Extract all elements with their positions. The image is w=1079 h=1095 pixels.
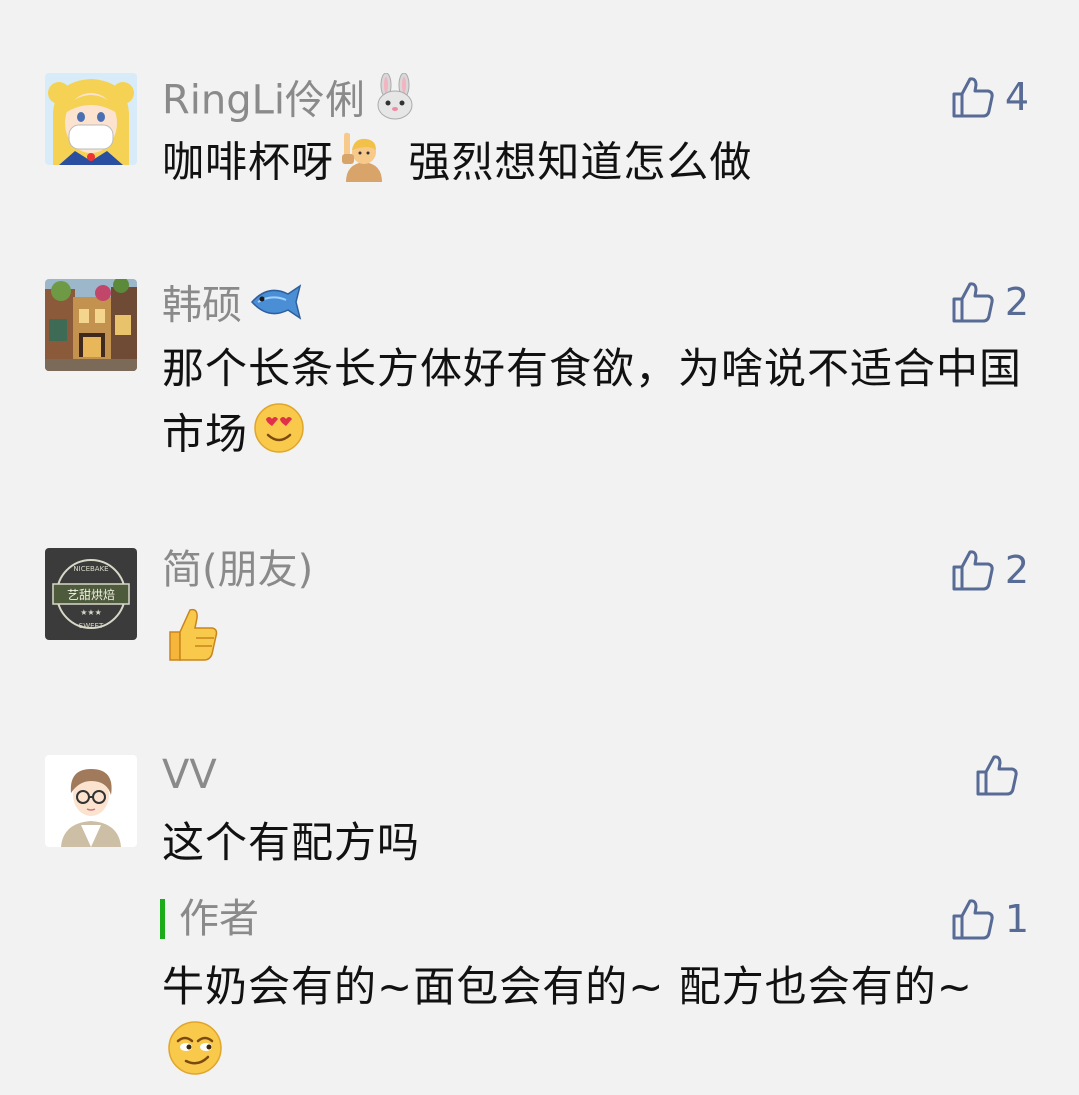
nickname[interactable]: RingLi伶俐	[162, 72, 419, 132]
like-button[interactable]: 2	[951, 278, 1029, 326]
nickname-text: VV	[162, 752, 217, 798]
comment-text-rest: 强烈想知道怎么做	[394, 137, 753, 187]
like-count: 2	[1004, 280, 1029, 324]
like-button[interactable]	[975, 751, 1029, 799]
reply-text: 牛奶会有的~面包会有的~ 配方也会有的~	[162, 962, 973, 1011]
avatar[interactable]	[45, 73, 137, 165]
fish-icon	[248, 278, 302, 337]
nickname-text: 韩硕	[162, 282, 242, 329]
thumbs-up-outline-icon	[952, 550, 994, 591]
comment-text: 咖啡杯呀	[162, 137, 335, 187]
comment-text: 这个有配方吗	[162, 818, 421, 867]
avatar-logo-ring-top: NICEBAKE	[73, 565, 108, 573]
like-button[interactable]: 4	[951, 73, 1029, 121]
thumbs-up-outline-icon	[952, 282, 994, 323]
reply-like-button[interactable]: 1	[951, 895, 1029, 943]
comment-content: 那个长条长方体好有食欲，为啥说不适合中国市场	[162, 337, 1022, 473]
thumbs-up-outline-icon	[976, 755, 1018, 796]
like-count: 1	[1004, 897, 1029, 941]
avatar-logo-ring-bottom: SWEET	[79, 622, 104, 630]
author-reply-content: 牛奶会有的~面包会有的~ 配方也会有的~	[162, 955, 1022, 1095]
like-button[interactable]: 2	[951, 546, 1029, 594]
avatar[interactable]	[45, 755, 137, 847]
thumbs-up-outline-icon	[952, 899, 994, 940]
like-count: 2	[1004, 548, 1029, 592]
avatar-sailor-girl-image	[45, 73, 137, 165]
nickname-text: RingLi伶俐	[162, 77, 366, 124]
avatar-bakery-logo-image: NICEBAKE 艺甜烘焙 ★★★ SWEET	[45, 548, 137, 640]
like-count: 4	[1004, 75, 1029, 119]
thumbs-up-outline-icon	[952, 77, 994, 118]
rabbit-face-icon	[371, 72, 419, 132]
person-raising-hand-icon	[338, 130, 390, 200]
avatar-logo-text: 艺甜烘焙	[67, 587, 115, 602]
avatar[interactable]	[45, 279, 137, 371]
author-indicator-bar	[160, 899, 165, 939]
avatar-street-painting-image	[45, 279, 137, 371]
author-reply-header: 作者	[160, 895, 259, 943]
heart-eyes-face-icon	[252, 401, 306, 473]
comment-content	[162, 604, 1022, 682]
author-label: 作者	[179, 896, 259, 942]
avatar-logo-stars: ★★★	[80, 608, 102, 617]
nickname[interactable]: 简(朋友)	[162, 546, 313, 594]
avatar-boy-glasses-image	[45, 755, 137, 847]
nickname-text: 简(朋友)	[162, 547, 314, 593]
smirking-face-icon	[166, 1019, 224, 1095]
avatar[interactable]: NICEBAKE 艺甜烘焙 ★★★ SWEET	[45, 548, 137, 640]
nickname[interactable]: VV	[162, 751, 217, 799]
comment-content: 咖啡杯呀 强烈想知道怎么做	[162, 130, 1022, 200]
nickname[interactable]: 韩硕	[162, 278, 302, 337]
comment-content: 这个有配方吗	[162, 811, 1022, 875]
thumbs-up-icon	[162, 604, 222, 682]
